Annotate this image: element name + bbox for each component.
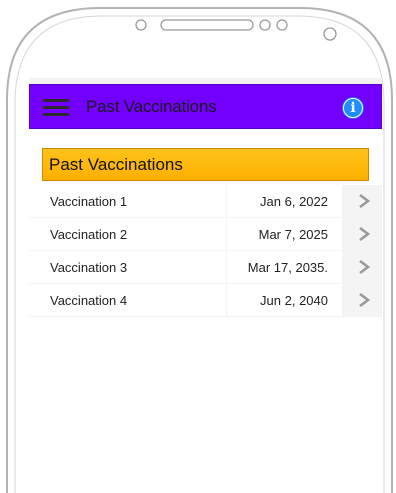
chevron-right-icon [359,292,371,308]
hamburger-menu-icon[interactable] [43,99,69,117]
date-cell: Jan 6, 2022 [227,185,342,217]
vaccination-date: Mar 7, 2025 [258,227,328,242]
app-screen: Past Vaccinations i Past Vaccinations Va… [29,78,382,493]
name-cell: Vaccination 3 [29,251,226,283]
row-action[interactable] [343,251,382,283]
chevron-right-icon [359,226,371,242]
vaccination-name: Vaccination 3 [50,260,128,275]
date-cell: Mar 7, 2025 [227,218,342,250]
vaccination-date: Jun 2, 2040 [260,293,328,308]
vaccination-date: Jan 6, 2022 [260,194,328,209]
date-cell: Mar 17, 2035. [227,251,342,283]
list-item[interactable]: Vaccination 1 Jan 6, 2022 [29,185,382,218]
info-icon[interactable]: i [342,97,364,119]
row-action[interactable] [343,284,382,316]
list-item[interactable]: Vaccination 4 Jun 2, 2040 [29,284,382,317]
vaccination-date: Mar 17, 2035. [247,260,328,275]
row-action[interactable] [343,185,382,217]
chevron-right-icon [359,259,371,275]
name-cell: Vaccination 4 [29,284,226,316]
vaccination-name: Vaccination 1 [50,194,128,209]
app-bar-title: Past Vaccinations [86,97,217,116]
section-header: Past Vaccinations [42,148,369,181]
name-cell: Vaccination 1 [29,185,226,217]
list-item[interactable]: Vaccination 2 Mar 7, 2025 [29,218,382,251]
vaccination-list: Vaccination 1 Jan 6, 2022 Vaccination 2 … [29,185,382,317]
section-title: Past Vaccinations [49,155,183,174]
row-action[interactable] [343,218,382,250]
vaccination-name: Vaccination 2 [50,227,128,242]
chevron-right-icon [359,193,371,209]
app-bar: Past Vaccinations i [29,84,382,129]
vaccination-name: Vaccination 4 [50,293,128,308]
date-cell: Jun 2, 2040 [227,284,342,316]
list-item[interactable]: Vaccination 3 Mar 17, 2035. [29,251,382,284]
name-cell: Vaccination 2 [29,218,226,250]
